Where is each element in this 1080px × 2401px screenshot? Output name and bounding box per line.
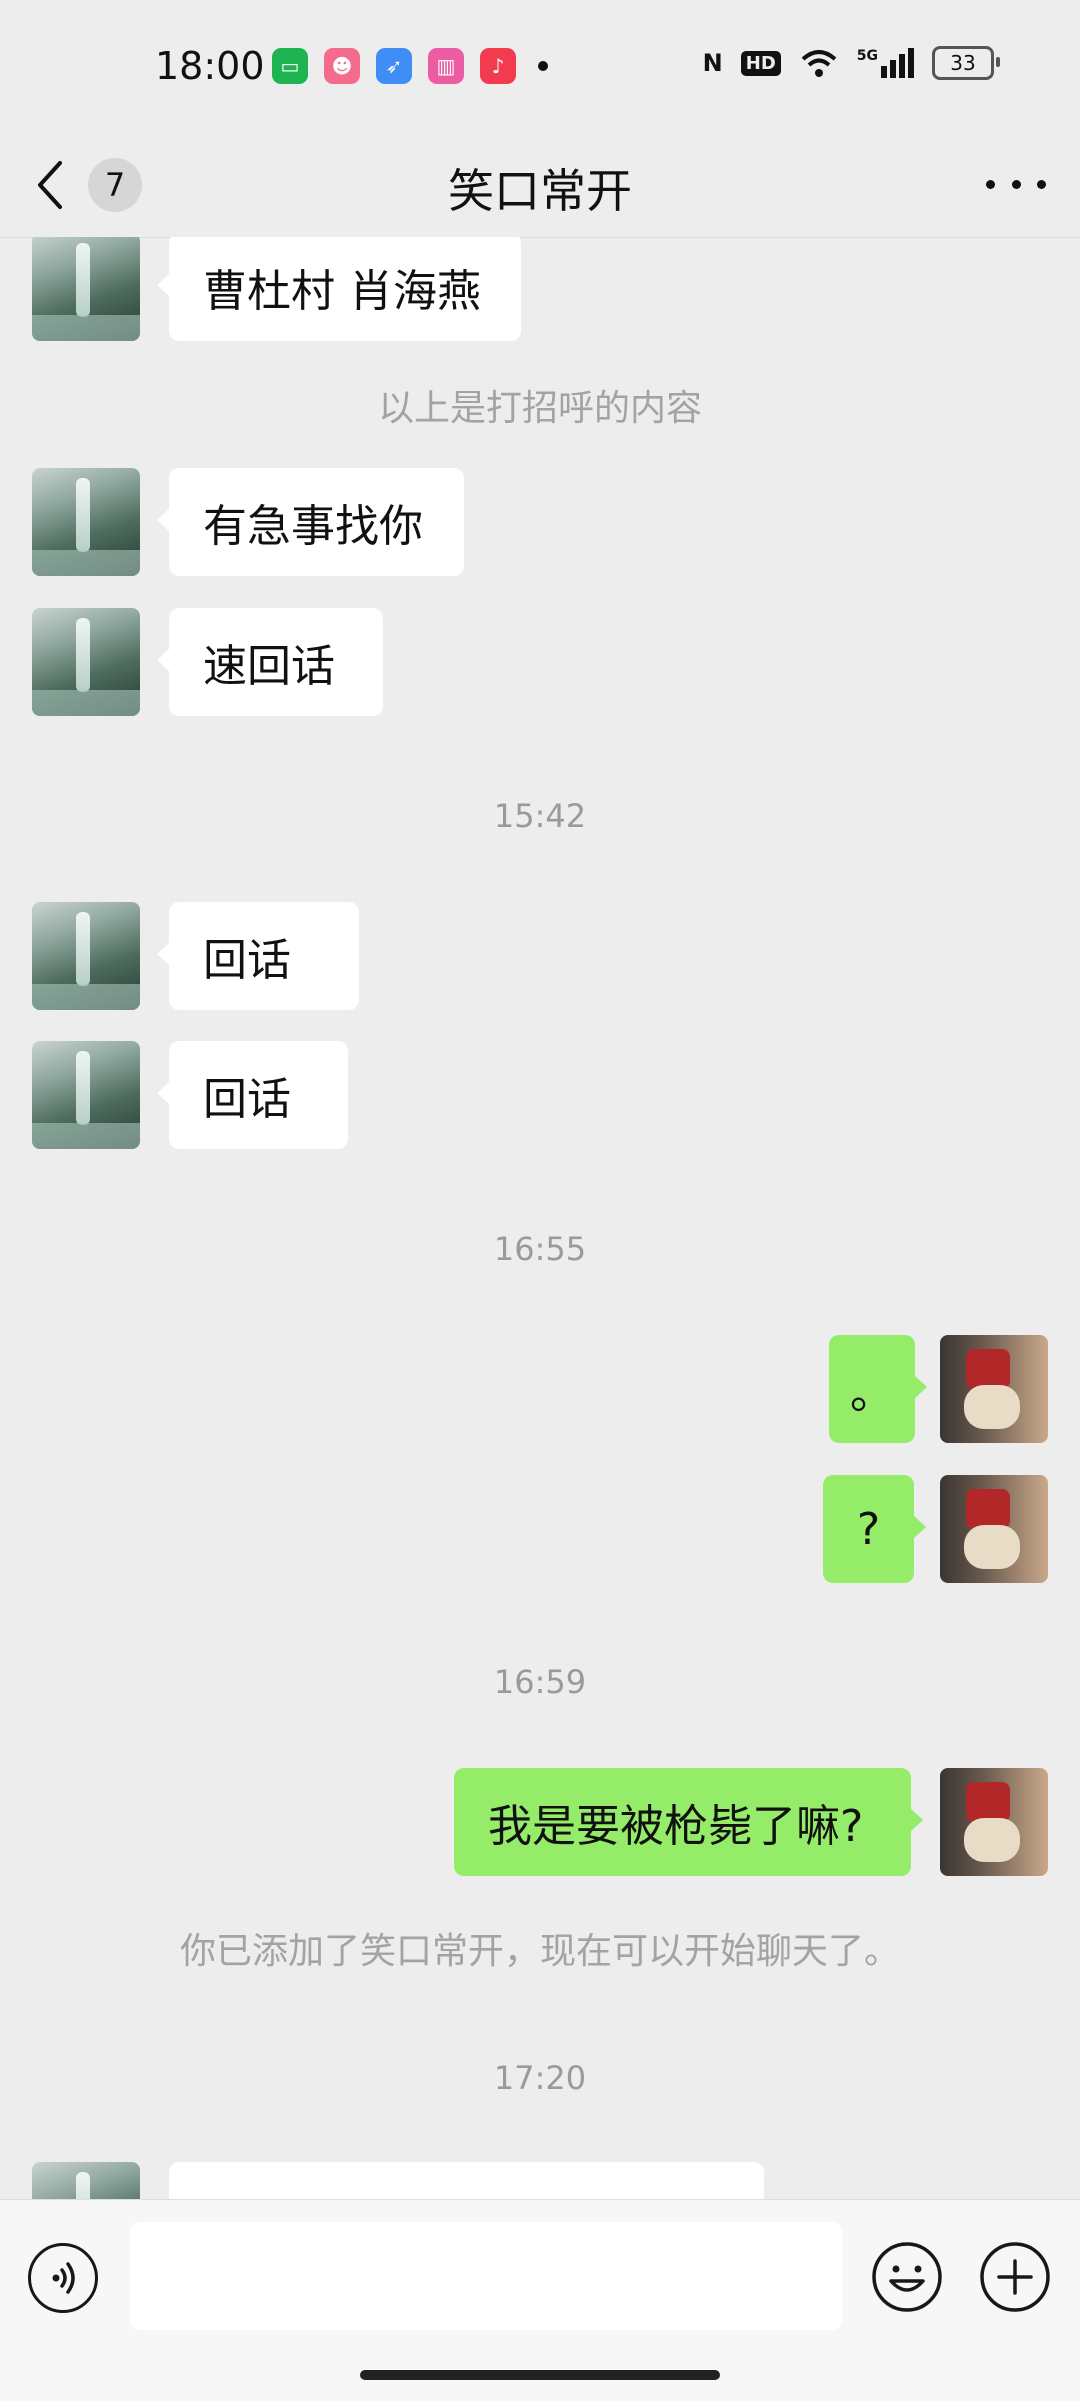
message-bubble-outgoing[interactable]: 。 [829, 1335, 927, 1443]
notification-icons: ▭ ☻ ➶ ▥ ♪ [272, 48, 548, 84]
message-input[interactable] [130, 2222, 842, 2330]
nfc-icon: N [702, 49, 723, 77]
contact-avatar[interactable] [32, 468, 140, 576]
battery-level: 33 [950, 51, 976, 75]
chat-header: 7 笑口常开 [0, 135, 1080, 238]
message-bubble-incoming[interactable]: 速回话 [157, 608, 383, 716]
message-bubble-outgoing[interactable]: ? [823, 1475, 926, 1583]
contact-avatar[interactable] [32, 608, 140, 716]
wifi-icon [801, 50, 837, 77]
timestamp: 15:42 [493, 797, 587, 835]
more-dot-icon [1011, 179, 1021, 189]
more-options-button[interactable] [986, 169, 1046, 199]
plus-icon[interactable] [979, 2241, 1051, 2313]
contact-avatar[interactable] [32, 1041, 140, 1149]
home-indicator[interactable] [360, 2370, 720, 2380]
system-notice: 以上是打招呼的内容 [377, 388, 702, 429]
my-avatar[interactable] [940, 1768, 1048, 1876]
battery-icon: 33 [932, 46, 1000, 80]
contact-avatar[interactable] [32, 2162, 140, 2199]
voice-input-button[interactable] [28, 2243, 98, 2313]
contact-avatar[interactable] [32, 237, 140, 341]
message-bubble-incoming[interactable] [169, 2162, 764, 2199]
face-app-icon: ☻ [324, 48, 360, 84]
more-dot-icon [986, 179, 995, 189]
message-bubble-incoming[interactable]: 曹杜村 肖海燕 [157, 237, 521, 341]
status-bar: 18:00 ▭ ☻ ➶ ▥ ♪ N HD 5G 33 [0, 0, 1080, 135]
input-bar [0, 2199, 1080, 2401]
message-list[interactable]: 曹杜村 肖海燕 以上是打招呼的内容 有急事找你 速回话 15:42 回话 回话 … [0, 237, 1080, 2199]
contact-avatar[interactable] [32, 902, 140, 1010]
message-bubble-outgoing[interactable]: 我是要被枪毙了嘛? [454, 1768, 923, 1876]
more-notifications-dot [538, 61, 548, 71]
message-bubble-incoming[interactable]: 回话 [157, 902, 359, 1010]
cellular-signal-icon: 5G [857, 48, 914, 78]
timestamp: 16:59 [493, 1663, 587, 1701]
status-time: 18:00 [155, 44, 265, 88]
my-avatar[interactable] [940, 1335, 1048, 1443]
message-bubble-incoming[interactable]: 有急事找你 [157, 468, 464, 576]
network-type: 5G [856, 48, 878, 64]
system-notice: 你已添加了笑口常开，现在可以开始聊天了。 [179, 1931, 900, 1972]
more-dot-icon [1037, 179, 1046, 189]
my-avatar[interactable] [940, 1475, 1048, 1583]
timestamp: 16:55 [493, 1230, 587, 1268]
messages-icon: ▭ [272, 48, 308, 84]
feather-app-icon: ➶ [376, 48, 412, 84]
voice-icon [52, 2262, 75, 2294]
emoji-icon[interactable] [871, 2241, 943, 2313]
music-icon: ♪ [480, 48, 516, 84]
timestamp: 17:20 [493, 2059, 587, 2097]
status-indicators: N HD 5G 33 [702, 46, 1000, 80]
message-bubble-incoming[interactable]: 回话 [157, 1041, 348, 1149]
chat-title: 笑口常开 [448, 164, 632, 218]
bilibili-icon: ▥ [428, 48, 464, 84]
hd-badge: HD [740, 50, 781, 76]
